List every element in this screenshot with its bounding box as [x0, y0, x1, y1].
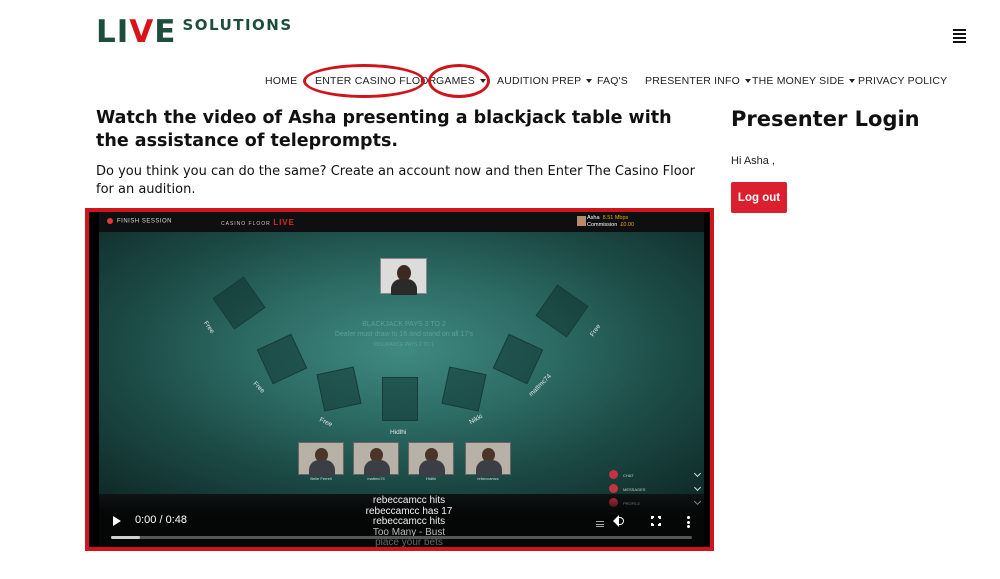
chevron-down-icon [693, 483, 702, 492]
blackjack-table: BLACKJACK PAYS 3 TO 2 Dealer must draw t… [99, 232, 704, 494]
betting-spot[interactable] [212, 276, 266, 330]
seat-label: Hidlhi [390, 429, 407, 436]
video-player[interactable]: FINISH SESSION CASINO FLOOR LIVE Asha 8.… [99, 212, 704, 547]
video-time: 0:00 / 0:48 [135, 514, 187, 526]
main-nav: HOME ENTER CASINO FLOOR GAMES AUDITION P… [0, 72, 1000, 92]
chat-icon [609, 470, 618, 479]
player-camera-label: Belle Ferrell [310, 476, 332, 481]
seat-label: mattmc74 [527, 372, 553, 399]
caret-down-icon [849, 79, 856, 84]
avatar [577, 216, 586, 226]
betting-spot[interactable] [382, 377, 418, 421]
player-camera [298, 442, 344, 476]
caret-down-icon [744, 79, 751, 84]
betting-spot[interactable] [316, 366, 362, 412]
page-subtext: Do you think you can do the same? Create… [96, 164, 695, 197]
seat-label: Free [201, 320, 216, 335]
betting-spot[interactable] [441, 366, 487, 412]
site-logo[interactable]: LIVE SOLUTIONS [96, 14, 293, 50]
hamburger-menu-icon[interactable] [953, 29, 966, 45]
dealer-camera [380, 258, 427, 295]
video-highlight-frame: FINISH SESSION CASINO FLOOR LIVE Asha 8.… [85, 208, 714, 551]
game-messages: rebeccamcc hits rebeccamcc has 17 rebecc… [365, 495, 453, 547]
betting-spot[interactable] [535, 284, 589, 338]
nav-home[interactable]: HOME [265, 75, 297, 87]
more-options-icon[interactable] [687, 516, 690, 530]
game-top-bar: FINISH SESSION CASINO FLOOR LIVE Asha 8.… [99, 212, 704, 232]
logo-live: LIVE [96, 14, 177, 50]
chevron-down-icon [693, 469, 702, 478]
account-info: Asha 8.51 Mbps Commission £0.00 [587, 215, 635, 228]
highlight-oval [303, 64, 425, 98]
messages-icon [609, 484, 618, 493]
casino-floor-brand: CASINO FLOOR LIVE [221, 218, 295, 227]
page-headline: Watch the video of Asha presenting a bla… [96, 108, 672, 151]
logout-button[interactable]: Log out [731, 182, 787, 213]
volume-icon[interactable] [611, 515, 625, 527]
finish-session-button[interactable]: FINISH SESSION [107, 218, 172, 225]
seat-label: Free [318, 416, 334, 429]
presenter-login-title: Presenter Login [731, 107, 920, 131]
greeting-text: Hi Asha , [731, 155, 776, 167]
table-rules: BLACKJACK PAYS 3 TO 2 Dealer must draw t… [334, 321, 474, 348]
player-camera [465, 442, 511, 476]
nav-presenter-info[interactable]: PRESENTER INFO [645, 75, 751, 87]
menu-item-chat[interactable]: CHAT [607, 468, 704, 482]
player-camera-label: rebeccamcc [477, 476, 499, 481]
logo-solutions: SOLUTIONS [182, 16, 293, 34]
seat-label: Free [251, 380, 266, 395]
highlight-oval [428, 64, 490, 98]
nav-the-money-side[interactable]: THE MONEY SIDE [752, 75, 856, 87]
player-camera-label: Hidlhi [425, 476, 436, 481]
video-progress-fill [111, 536, 141, 539]
nav-faqs[interactable]: FAQ'S [597, 75, 628, 87]
seat-label: Nikki [468, 412, 484, 427]
player-camera [408, 442, 454, 476]
player-camera [353, 442, 399, 476]
player-camera-label: mattmc74 [367, 476, 385, 481]
video-controls: rebeccamcc hits rebeccamcc has 17 rebecc… [99, 494, 704, 547]
nav-audition-prep[interactable]: AUDITION PREP [497, 75, 593, 87]
close-icon [107, 218, 113, 224]
video-progress-bar[interactable] [111, 536, 692, 539]
menu-icon[interactable] [596, 521, 604, 529]
caret-down-icon [586, 79, 593, 84]
fullscreen-icon[interactable] [651, 516, 661, 526]
nav-privacy-policy[interactable]: PRIVACY POLICY [858, 75, 947, 87]
play-icon[interactable] [113, 516, 121, 526]
seat-label: Free [588, 323, 603, 338]
